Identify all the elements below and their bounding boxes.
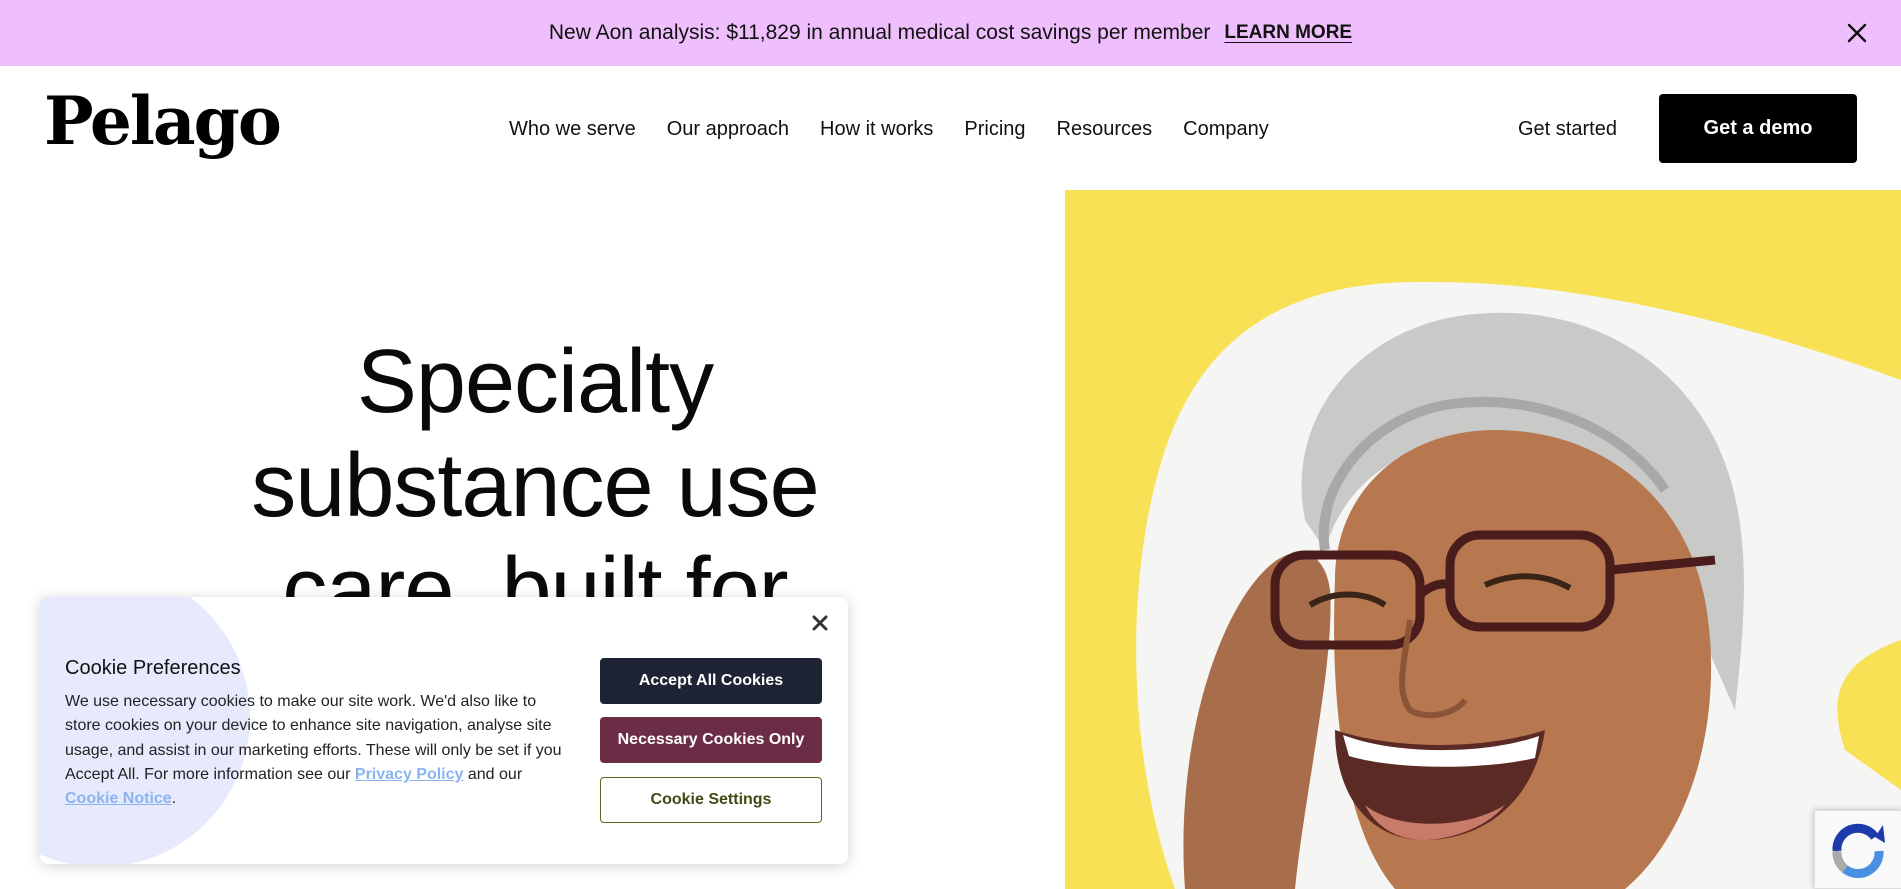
get-started-link[interactable]: Get started xyxy=(1518,118,1617,141)
main-nav: Who we serve Our approach How it works P… xyxy=(509,118,1269,141)
banner-text: New Aon analysis: $11,829 in annual medi… xyxy=(548,21,1211,44)
pelago-logo[interactable]: Pelago xyxy=(44,88,282,154)
close-icon[interactable] xyxy=(1841,17,1873,49)
get-a-demo-button[interactable]: Get a demo xyxy=(1659,94,1857,163)
cookie-body-period: . xyxy=(171,790,177,808)
nav-resources[interactable]: Resources xyxy=(1057,118,1153,141)
recaptcha-icon xyxy=(1832,823,1885,879)
site-header: Pelago Who we serve Our approach How it … xyxy=(0,66,1901,190)
nav-company[interactable]: Company xyxy=(1183,118,1269,141)
learn-more-link[interactable]: LEARN MORE xyxy=(1224,22,1352,44)
hero-image xyxy=(1065,190,1901,889)
privacy-policy-link[interactable]: Privacy Policy xyxy=(355,766,464,783)
cookie-settings-button[interactable]: Cookie Settings xyxy=(600,777,822,823)
cookie-title: Cookie Preferences xyxy=(65,657,241,679)
accept-all-cookies-button[interactable]: Accept All Cookies xyxy=(600,658,822,704)
cookie-body-and-our: and our xyxy=(467,765,523,783)
recaptcha-badge[interactable] xyxy=(1814,810,1901,889)
cookie-notice-link[interactable]: Cookie Notice xyxy=(65,790,172,807)
announcement-banner: New Aon analysis: $11,829 in annual medi… xyxy=(0,0,1901,66)
close-icon[interactable] xyxy=(807,610,833,636)
nav-our-approach[interactable]: Our approach xyxy=(667,118,789,141)
hero-heading: Specialty substance use care, built for xyxy=(251,332,819,640)
cookie-preferences-dialog: Cookie Preferences We use necessary cook… xyxy=(40,597,848,864)
necessary-cookies-only-button[interactable]: Necessary Cookies Only xyxy=(600,717,822,763)
nav-pricing[interactable]: Pricing xyxy=(964,118,1025,141)
nav-how-it-works[interactable]: How it works xyxy=(820,118,933,141)
photo-smiling-woman-with-glasses-icon xyxy=(1136,281,1901,889)
nav-who-we-serve[interactable]: Who we serve xyxy=(509,118,636,141)
cookie-body: We use necessary cookies to make our sit… xyxy=(65,690,565,811)
